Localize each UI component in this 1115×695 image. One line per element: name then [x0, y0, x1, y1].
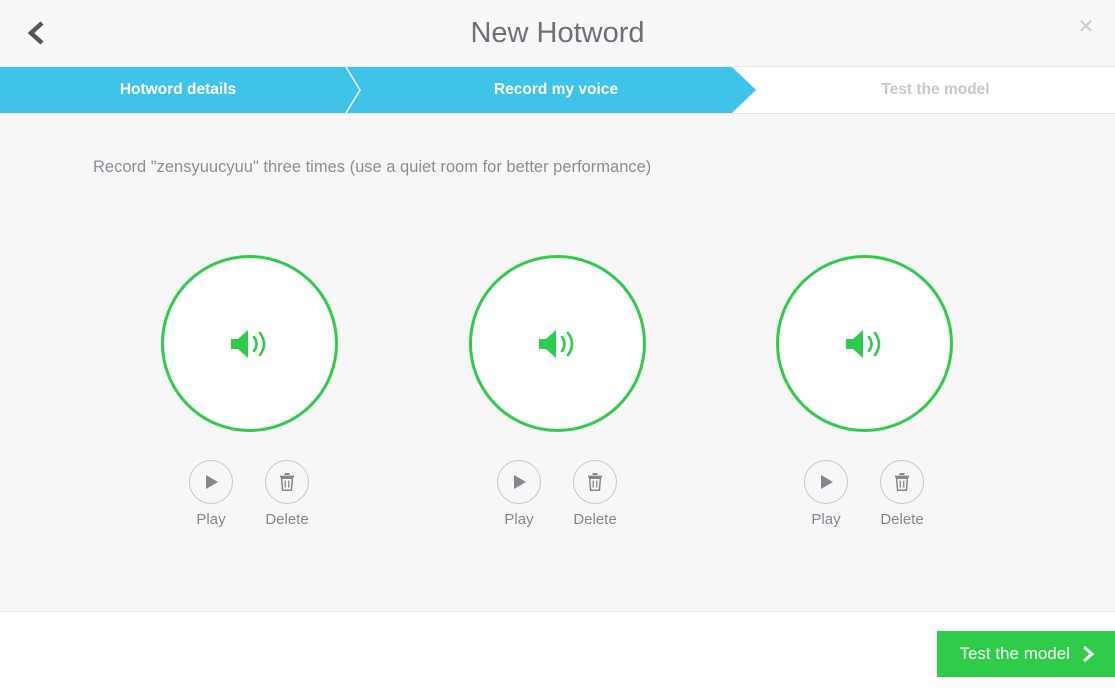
play-icon [510, 472, 528, 492]
dialog-header: New Hotword ✕ [0, 0, 1115, 67]
play-button[interactable]: Play [788, 460, 864, 528]
delete-button-circle [573, 460, 617, 504]
play-button[interactable]: Play [173, 460, 249, 528]
play-label: Play [811, 511, 841, 528]
step-test-the-model[interactable]: Test the model [756, 67, 1115, 113]
speaker-volume-icon [844, 327, 886, 361]
delete-button-circle [265, 460, 309, 504]
step-record-my-voice[interactable]: Record my voice [356, 67, 756, 113]
test-the-model-button-label: Test the model [959, 644, 1070, 663]
play-label: Play [196, 511, 226, 528]
delete-button-circle [880, 460, 924, 504]
speaker-volume-icon [537, 327, 579, 361]
play-icon [817, 472, 835, 492]
recording-slots: Play Delete Play Delete Play Delete [0, 255, 1115, 545]
recording-slot-actions: Play Delete [765, 460, 965, 545]
chevron-right-icon [1081, 645, 1095, 663]
recording-slot: Play Delete [458, 255, 658, 545]
delete-label: Delete [880, 511, 924, 528]
recording-playback-circle[interactable] [161, 255, 338, 432]
recording-slot-actions: Play Delete [458, 460, 658, 545]
speaker-volume-icon [229, 327, 271, 361]
delete-label: Delete [265, 511, 309, 528]
delete-button[interactable]: Delete [557, 460, 633, 528]
play-button-circle [189, 460, 233, 504]
delete-button[interactable]: Delete [249, 460, 325, 528]
test-the-model-button[interactable]: Test the model [937, 631, 1115, 677]
instruction-text: Record "zensyuucyuu" three times (use a … [93, 158, 652, 176]
trash-icon [892, 471, 912, 493]
dialog-footer: Test the model [0, 612, 1115, 694]
play-icon [202, 472, 220, 492]
play-button-circle [497, 460, 541, 504]
trash-icon [585, 471, 605, 493]
page-title: New Hotword [470, 17, 645, 49]
recording-slot-actions: Play Delete [150, 460, 350, 545]
step-hotword-details[interactable]: Hotword details [0, 67, 356, 113]
wizard-steps: Hotword details Record my voice Test the… [0, 67, 1115, 114]
play-button[interactable]: Play [481, 460, 557, 528]
recording-playback-circle[interactable] [776, 255, 953, 432]
dialog-body: Record "zensyuucyuu" three times (use a … [0, 114, 1115, 612]
recording-slot: Play Delete [150, 255, 350, 545]
play-label: Play [504, 511, 534, 528]
recording-playback-circle[interactable] [469, 255, 646, 432]
trash-icon [277, 471, 297, 493]
delete-button[interactable]: Delete [864, 460, 940, 528]
recording-slot: Play Delete [765, 255, 965, 545]
play-button-circle [804, 460, 848, 504]
delete-label: Delete [573, 511, 617, 528]
close-icon[interactable]: ✕ [1073, 14, 1099, 40]
